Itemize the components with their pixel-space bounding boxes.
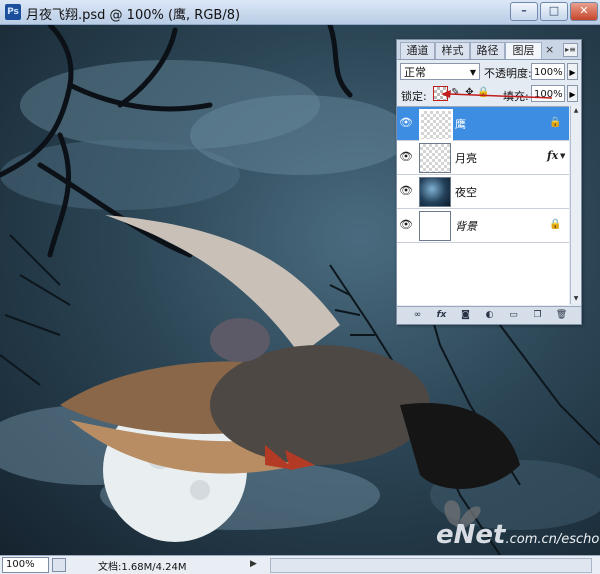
chevron-down-icon[interactable]: ▼	[560, 152, 565, 160]
lock-label: 锁定:	[401, 90, 427, 103]
layer-effects-icon[interactable]: fx	[547, 149, 558, 162]
mask-icon[interactable]: ◙	[459, 309, 472, 321]
layer-name: 月亮	[455, 152, 477, 165]
blend-mode-value: 正常	[404, 66, 426, 79]
tab-styles[interactable]: 样式	[435, 42, 470, 59]
layer-thumbnail-sky	[419, 177, 451, 207]
status-menu-arrow[interactable]: ▶	[250, 559, 257, 569]
layer-thumbnail-transparent	[419, 143, 451, 173]
opacity-slider-toggle[interactable]: ▶	[567, 63, 578, 80]
cloud	[190, 95, 410, 175]
tab-layers[interactable]: 图层	[505, 42, 542, 59]
horizontal-scrollbar[interactable]	[270, 558, 592, 573]
watermark-logo: eNet	[436, 520, 506, 550]
layers-panel: 通道 样式 路径 图层 × ▸≡ 正常 ▼ 不透明度: 100% ▶ 锁定: ✎…	[396, 39, 582, 325]
opacity-label: 不透明度:	[484, 67, 532, 80]
layer-thumbnail-white	[419, 211, 451, 241]
watermark: eNet.com.cn/eschool	[436, 520, 600, 550]
layer-name: 背景	[455, 220, 477, 233]
eye-icon[interactable]: 👁	[399, 117, 413, 129]
tab-channels[interactable]: 通道	[400, 42, 435, 59]
moon-crater	[190, 480, 210, 500]
layer-name: 夜空	[455, 186, 477, 199]
panel-menu-icon[interactable]: ▸≡	[563, 43, 578, 57]
panel-close-icon[interactable]: ×	[545, 43, 554, 56]
layer-row-background[interactable]: 👁 背景 🔒	[397, 209, 569, 243]
layer-row-night-sky[interactable]: 👁 夜空	[397, 175, 569, 209]
blend-mode-select[interactable]: 正常 ▼	[400, 63, 480, 80]
photoshop-app-icon: Ps	[5, 4, 21, 20]
chevron-down-icon: ▼	[469, 68, 476, 77]
new-layer-icon[interactable]: ❐	[531, 309, 544, 321]
panel-tabs: 通道 样式 路径 图层 × ▸≡	[397, 40, 581, 60]
close-button[interactable]: ✕	[570, 2, 598, 21]
scroll-down-icon[interactable]: ▼	[571, 294, 581, 304]
layer-row-moon[interactable]: 👁 月亮 fx ▼	[397, 141, 569, 175]
trash-icon[interactable]: 🗑	[555, 309, 568, 321]
eye-icon[interactable]: 👁	[399, 185, 413, 197]
link-icon[interactable]: ∞	[411, 309, 424, 321]
lock-icon: 🔒	[549, 219, 562, 230]
tab-paths[interactable]: 路径	[470, 42, 505, 59]
watermark-url: .com.cn/eschool	[505, 532, 600, 547]
partial-lock-icon: 🔒	[549, 117, 562, 128]
opacity-field[interactable]: 100%	[531, 63, 565, 80]
adjustment-icon[interactable]: ◐	[483, 309, 496, 321]
minimize-button[interactable]: –	[510, 2, 538, 21]
layers-scrollbar[interactable]: ▲ ▼	[570, 106, 581, 304]
eye-icon[interactable]: 👁	[399, 219, 413, 231]
document-title: 月夜飞翔.psd @ 100% (鹰, RGB/8)	[26, 8, 241, 23]
fill-slider-toggle[interactable]: ▶	[567, 85, 578, 102]
scroll-up-icon[interactable]: ▲	[571, 106, 581, 116]
layer-row-eagle[interactable]: 👁 鹰 🔒	[397, 107, 569, 141]
document-size-info: 文档:1.68M/4.24M	[98, 562, 187, 573]
fx-icon[interactable]: fx	[435, 309, 448, 321]
navigator-icon[interactable]	[52, 558, 66, 572]
zoom-field[interactable]: 100%	[2, 557, 49, 573]
title-bar: Ps 月夜飞翔.psd @ 100% (鹰, RGB/8) – □ ✕	[0, 0, 600, 25]
maximize-button[interactable]: □	[540, 2, 568, 21]
layer-thumbnail-bird	[419, 109, 453, 141]
status-bar: 100% 文档:1.68M/4.24M ▶	[0, 555, 600, 574]
annotation-arrow	[441, 90, 553, 99]
group-icon[interactable]: ▭	[507, 309, 520, 321]
layer-name: 鹰	[455, 118, 466, 131]
layers-footer: ∞ fx ◙ ◐ ▭ ❐ 🗑	[397, 306, 581, 324]
eye-icon[interactable]: 👁	[399, 151, 413, 163]
layer-list: 👁 鹰 🔒 👁 月亮 fx ▼ 👁 夜空 👁 背景 🔒	[397, 106, 569, 305]
